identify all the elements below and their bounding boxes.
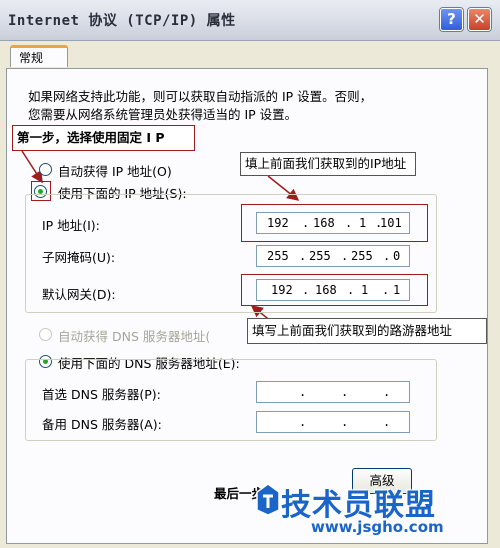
default-gateway-label: 默认网关(D): [42,287,116,302]
radio-auto-ip[interactable] [39,163,52,176]
watermark-logo-icon [256,483,280,516]
auto-ip-label: 自动获得 IP 地址(O) [58,164,172,179]
gateway-octet-1: 192 [271,283,293,297]
ip-dot: . [345,216,353,230]
ip-dot: . [383,249,391,263]
annotation-ip-note: 填上前面我们获取到的IP地址 [240,152,416,176]
ip-octet-3: 1 [359,216,367,230]
auto-dns-label: 自动获得 DNS 服务器地址( [58,329,211,344]
ip-dot: . [299,385,307,399]
ip-dot: . [299,415,307,429]
radio-auto-dns[interactable] [39,328,52,341]
ip-dot: . [341,385,349,399]
alternate-dns-field[interactable]: . . . [256,411,410,433]
annotation-gateway-note: 填写上前面我们获取到的路游器地址 [247,318,487,344]
watermark-url: www.jsgho.com [311,518,444,536]
ip-dot: . [347,283,355,297]
site-watermark: 技术员联盟 www.jsgho.com [255,478,490,540]
ip-octet-4: 101 [380,216,402,230]
mask-octet-3: 255 [351,249,373,263]
annotation-step-one: 第一步，选择使用固定 I P [12,125,195,151]
gateway-octet-3: 1 [361,283,369,297]
ip-dot: . [302,216,310,230]
ip-address-field[interactable]: 192 . 168 . 1 . 101 [256,212,410,234]
ip-dot: . [341,249,349,263]
ip-octet-2: 168 [313,216,335,230]
mask-octet-1: 255 [267,249,289,263]
ip-dot: . [382,283,390,297]
ip-dot: . [299,249,307,263]
ip-dot: . [383,385,391,399]
alternate-dns-label: 备用 DNS 服务器(A): [42,417,162,432]
gateway-octet-4: 1 [393,283,401,297]
mask-octet-2: 255 [309,249,331,263]
default-gateway-field[interactable]: 192 . 168 . 1 . 1 [256,279,410,301]
preferred-dns-field[interactable]: . . . [256,381,410,403]
subnet-mask-field[interactable]: 255 . 255 . 255 . 0 [256,245,410,267]
mask-octet-4: 0 [393,249,401,263]
ip-dot: . [341,415,349,429]
ip-address-label: IP 地址(I): [42,218,100,233]
ip-octet-1: 192 [267,216,289,230]
subnet-mask-label: 子网掩码(U): [42,250,116,265]
gateway-octet-2: 168 [315,283,337,297]
ip-dot: . [383,415,391,429]
ip-dot: . [302,283,310,297]
preferred-dns-label: 首选 DNS 服务器(P): [42,387,161,402]
